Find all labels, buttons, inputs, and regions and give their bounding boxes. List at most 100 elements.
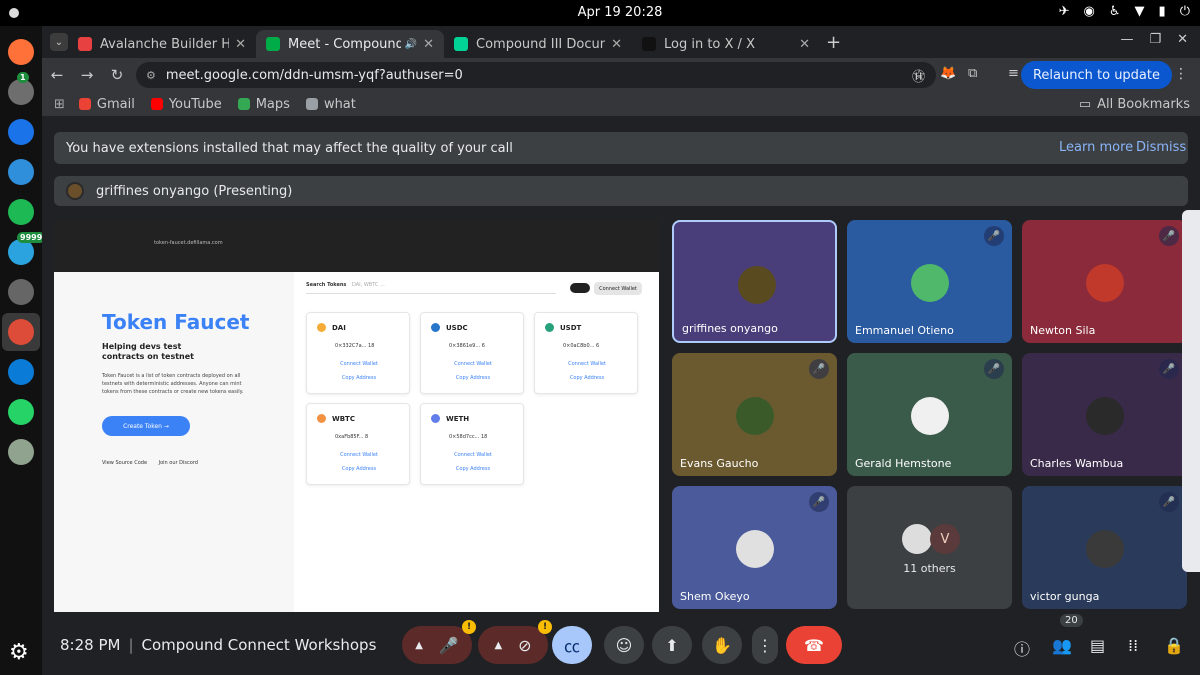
wifi-icon[interactable]: ▼ (1135, 4, 1145, 19)
mic-muted-icon: 🎤 (809, 359, 829, 379)
system-clock[interactable]: Apr 19 20:28 (0, 5, 1200, 20)
telegram-tray-icon[interactable]: ✈ (1059, 4, 1070, 19)
back-icon[interactable]: ← (42, 66, 72, 84)
bookmark-label: Maps (255, 96, 290, 112)
bookmark-item[interactable]: what (305, 96, 356, 112)
extensions-puzzle-icon[interactable]: ⧉ (968, 66, 977, 81)
activities-icon[interactable]: ⁞⁞ (1128, 636, 1138, 655)
all-bookmarks-button[interactable]: ▭ All Bookmarks (1079, 97, 1190, 112)
bookmark-item[interactable]: Gmail (78, 97, 135, 112)
more-options-button[interactable]: ⋮ (752, 626, 778, 664)
vscode-icon[interactable] (7, 358, 35, 386)
mic-muted-icon: 🎤 (1159, 359, 1179, 379)
system-tray[interactable]: ✈ ◉ ♿ ▼ ▮ ⏻ (1059, 4, 1190, 19)
writer-icon[interactable] (7, 118, 35, 146)
bookmark-label: what (323, 96, 356, 112)
participant-tile[interactable]: 🎤 Newton Sila (1022, 220, 1187, 343)
help-icon-glyph (8, 159, 34, 185)
accessibility-icon[interactable]: ♿ (1109, 4, 1121, 19)
trash-icon[interactable] (7, 438, 35, 466)
new-tab-button[interactable]: + (826, 32, 841, 53)
participant-tile[interactable]: 🎤 Gerald Hemstone (847, 353, 1012, 476)
shared-screen[interactable]: token-faucet.defillama.com Token Faucet … (54, 220, 659, 612)
whatsapp-icon[interactable] (7, 398, 35, 426)
faucet-description: Token Faucet is a list of token contract… (102, 373, 244, 395)
apps-grid-icon[interactable]: ⊞ (54, 97, 65, 112)
browser-tab[interactable]: Log in to X / X ✕ (632, 30, 820, 58)
faucet-subtitle: Helping devs test contracts on testnet (102, 342, 194, 361)
site-info-icon[interactable]: ⚙ (146, 69, 156, 82)
reactions-button[interactable]: ☺ (604, 626, 644, 664)
reload-icon[interactable]: ↻ (102, 66, 132, 84)
learn-more-link[interactable]: Learn more (1059, 140, 1133, 155)
extension-icon[interactable]: Ⓗ (912, 66, 925, 85)
forward-icon[interactable]: → (72, 66, 102, 84)
tab-close-icon[interactable]: ✕ (611, 37, 622, 52)
token-symbol: WBTC (332, 414, 355, 423)
participant-name: griffines onyango (682, 322, 778, 335)
settings-icon[interactable] (7, 278, 35, 306)
metamask-icon[interactable]: 🦊 (940, 66, 956, 81)
participant-avatar (1086, 530, 1124, 568)
close-window-icon[interactable]: ✕ (1177, 32, 1188, 47)
power-icon[interactable]: ⏻ (1180, 4, 1190, 19)
browser-tab[interactable]: Compound III Document ✕ (444, 30, 632, 58)
bookmark-favicon (305, 98, 318, 110)
bookmark-item[interactable]: YouTube (150, 97, 222, 112)
minimize-icon[interactable]: — (1120, 32, 1133, 47)
tab-favicon (642, 37, 656, 51)
present-screen-button[interactable]: ⬆ (652, 626, 692, 664)
tab-title: Log in to X / X (664, 36, 755, 52)
chrome-tray-icon[interactable]: ◉ (1084, 4, 1095, 19)
chrome-icon[interactable] (2, 313, 40, 351)
people-icon[interactable]: 👥 (1052, 636, 1072, 655)
tab-close-icon[interactable]: ✕ (235, 37, 246, 52)
files-icon[interactable]: 1 (7, 72, 35, 106)
microphone-button[interactable]: ▲ 🎤 ! (402, 620, 476, 664)
tab-close-icon[interactable]: ✕ (799, 37, 810, 52)
battery-icon[interactable]: ▮ (1159, 4, 1166, 19)
card-connect-wallet-link: Connect Wallet (340, 361, 378, 367)
raise-hand-button[interactable]: ✋ (702, 626, 742, 664)
participant-tile[interactable]: 🎤 victor gunga (1022, 486, 1187, 609)
maximize-icon[interactable]: ❐ (1149, 32, 1161, 47)
tab-close-icon[interactable]: ✕ (423, 37, 434, 52)
participant-tile[interactable]: griffines onyango (672, 220, 837, 343)
meeting-details-icon[interactable]: ⓘ (1014, 636, 1030, 660)
leave-call-button[interactable]: ☎ (786, 626, 842, 664)
bookmarks-bar: ⊞ Gmail YouTube Maps what ▭ All Bookmarks (42, 92, 1200, 116)
tab-title: Meet - Compound Co (288, 36, 401, 52)
spotify-icon[interactable] (7, 198, 35, 226)
browser-tab[interactable]: Avalanche Builder Hub ✕ (68, 30, 256, 58)
relaunch-update-button[interactable]: Relaunch to update (1020, 61, 1172, 89)
bookmark-item[interactable]: Maps (237, 96, 290, 112)
address-bar[interactable]: ⚙ meet.google.com/ddn-umsm-yqf?authuser=… (136, 62, 936, 88)
participant-tile[interactable]: 🎤 Emmanuel Otieno (847, 220, 1012, 343)
browser-tab[interactable]: Meet - Compound Co 🔊 ✕ (256, 30, 444, 58)
firefox-icon[interactable] (7, 38, 35, 66)
telegram-icon[interactable]: 9999 (7, 232, 46, 266)
camera-options-chevron-icon[interactable]: ▲ (494, 640, 502, 651)
mic-options-chevron-icon[interactable]: ▲ (415, 640, 423, 651)
tab-audio-icon[interactable]: 🔊 (405, 39, 417, 50)
camera-button[interactable]: ▲ ⊘ ! (478, 620, 552, 664)
address-bar-url[interactable]: meet.google.com/ddn-umsm-yqf?authuser=0 (166, 68, 463, 83)
chat-icon[interactable]: ▤ (1090, 636, 1105, 655)
browser-menu-icon[interactable]: ⋮ (1174, 66, 1188, 82)
participant-tile[interactable]: 🎤 Shem Okeyo (672, 486, 837, 609)
participant-tile[interactable]: 🎤 Charles Wambua (1022, 353, 1187, 476)
show-apps-icon[interactable]: ⚙ (9, 640, 29, 665)
others-tile[interactable]: V 11 others (847, 486, 1012, 609)
reading-list-icon[interactable]: ≡ (1008, 66, 1019, 81)
others-count: 11 others (903, 562, 956, 575)
host-controls-icon[interactable]: 🔒 (1164, 636, 1184, 655)
token-symbol: USDT (560, 323, 582, 332)
help-icon[interactable] (7, 158, 35, 186)
dismiss-button[interactable]: Dismiss (1136, 140, 1186, 155)
side-panel-peek[interactable] (1182, 210, 1200, 572)
captions-button[interactable]: ㏄ (552, 626, 592, 664)
tab-search-button[interactable]: ⌄ (50, 33, 68, 51)
participant-tile[interactable]: 🎤 Evans Gaucho (672, 353, 837, 476)
mic-off-icon: 🎤 (438, 635, 459, 655)
participant-avatar (736, 530, 774, 568)
